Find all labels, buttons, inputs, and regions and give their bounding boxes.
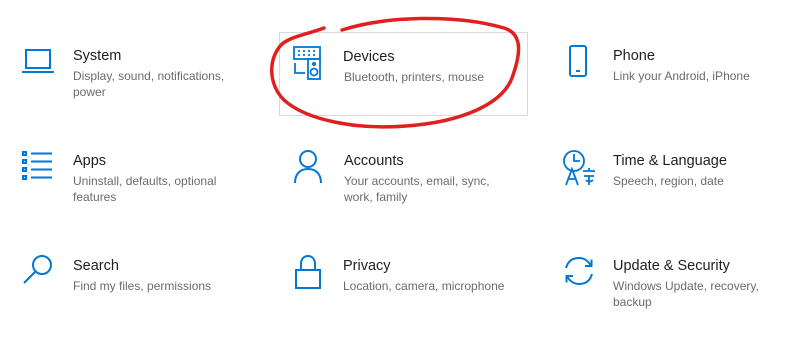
padlock-icon xyxy=(292,254,332,294)
clock-language-icon xyxy=(562,149,602,189)
tile-description: Bluetooth, printers, mouse xyxy=(344,70,485,84)
tile-title: Search xyxy=(73,258,119,274)
magnifier-icon xyxy=(22,254,62,294)
tile-description: Display, sound, notifications, power xyxy=(73,69,225,99)
tile-system[interactable]: System Display, sound, notifications, po… xyxy=(22,40,277,132)
tile-update-security[interactable]: Update & Security Windows Update, recove… xyxy=(562,250,792,342)
keyboard-speaker-icon xyxy=(292,45,332,85)
sync-arrows-icon xyxy=(562,254,602,294)
tile-privacy[interactable]: Privacy Location, camera, microphone xyxy=(292,250,547,342)
tile-title: Devices xyxy=(343,49,395,65)
tile-description: Link your Android, iPhone xyxy=(613,69,750,83)
tile-description: Speech, region, date xyxy=(613,174,724,188)
person-icon xyxy=(292,149,332,189)
tile-title: Update & Security xyxy=(613,258,730,274)
tile-description: Your accounts, email, sync, work, family xyxy=(344,174,490,204)
tile-search[interactable]: Search Find my files, permissions xyxy=(22,250,277,342)
list-icon xyxy=(22,151,62,191)
tile-phone[interactable]: Phone Link your Android, iPhone xyxy=(562,40,792,132)
tile-description: Find my files, permissions xyxy=(73,279,212,293)
tile-apps[interactable]: Apps Uninstall, defaults, optional featu… xyxy=(22,145,277,237)
tile-title: Phone xyxy=(613,48,655,64)
tile-title: Privacy xyxy=(343,258,391,274)
tile-title: Time & Language xyxy=(613,153,727,169)
laptop-icon xyxy=(22,46,62,86)
tile-time-language[interactable]: Time & Language Speech, region, date xyxy=(562,145,792,237)
tile-accounts[interactable]: Accounts Your accounts, email, sync, wor… xyxy=(292,145,547,237)
tile-title: System xyxy=(73,48,122,64)
tile-description: Uninstall, defaults, optional features xyxy=(73,174,217,204)
tile-title: Apps xyxy=(73,153,107,169)
tile-devices[interactable]: Devices Bluetooth, printers, mouse xyxy=(279,32,528,116)
tile-description: Windows Update, recovery, backup xyxy=(613,279,759,309)
phone-icon xyxy=(562,44,602,84)
tile-title: Accounts xyxy=(344,153,404,169)
tile-description: Location, camera, microphone xyxy=(343,279,505,293)
